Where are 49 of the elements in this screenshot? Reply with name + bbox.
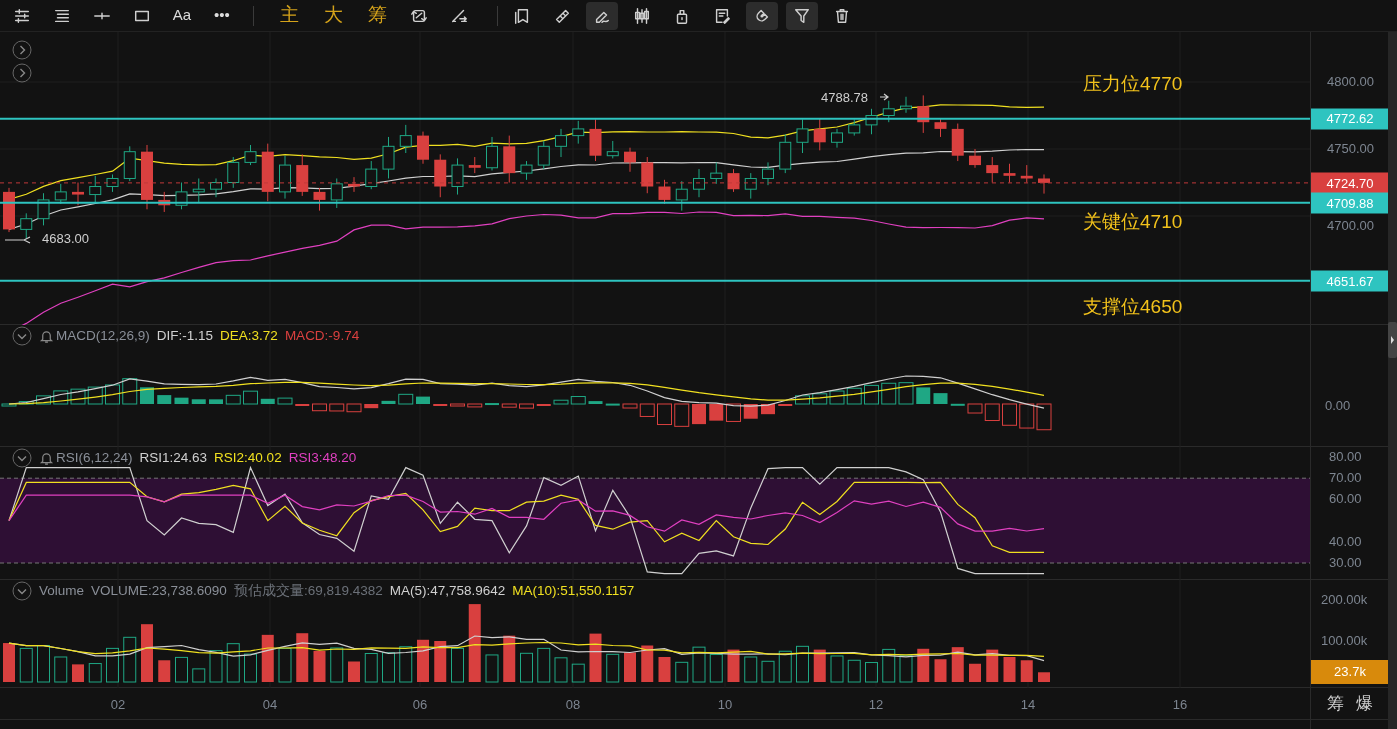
legend-text: MACD:-9.74 bbox=[284, 327, 360, 345]
legend-text: RSI3:48.20 bbox=[288, 449, 357, 467]
low-price-label: 4683.00 bbox=[42, 230, 89, 248]
axis-label: 10 bbox=[717, 696, 733, 714]
high-price-label: 4788.78 bbox=[821, 89, 868, 107]
legend-text: RSI1:24.63 bbox=[139, 449, 208, 467]
axis-label: 12 bbox=[868, 696, 884, 714]
axis-label: 08 bbox=[565, 696, 581, 714]
legend-text: VOLUME:23,738.6090 bbox=[91, 582, 227, 600]
axis-label: 80.00 bbox=[1329, 448, 1362, 467]
axis-label: 30.00 bbox=[1329, 554, 1362, 573]
axis-label: 40.00 bbox=[1329, 533, 1362, 552]
axis-label: 100.00k bbox=[1321, 632, 1368, 651]
indicator-button[interactable]: 主 bbox=[271, 1, 307, 30]
axis-label: 14 bbox=[1020, 696, 1036, 714]
price-badge: 4772.62 bbox=[1311, 108, 1389, 130]
legend-text: DEA:3.72 bbox=[220, 327, 278, 345]
axis-label: 0.00 bbox=[1325, 397, 1351, 415]
chart-mode-button[interactable]: 爆 bbox=[1355, 690, 1373, 717]
axis-label: 60.00 bbox=[1329, 490, 1362, 509]
volume-badge: 23.7k bbox=[1311, 660, 1389, 684]
axis-label: 4700.00 bbox=[1327, 217, 1374, 236]
axis-label: 06 bbox=[412, 696, 428, 714]
axis-label: 02 bbox=[110, 696, 126, 714]
axis-label: 04 bbox=[262, 696, 278, 714]
legend-text: RSI(6,12,24) bbox=[56, 449, 133, 467]
axis-label: 16 bbox=[1172, 696, 1188, 714]
indicator-button[interactable]: 大 bbox=[315, 1, 351, 30]
legend-text: RSI2:40.02 bbox=[214, 449, 282, 467]
legend-text: MACD(12,26,9) bbox=[56, 327, 150, 345]
more-button[interactable]: ••• bbox=[206, 1, 238, 30]
level-annotation: 关键位4710 bbox=[1083, 210, 1183, 234]
level-annotation: 支撑位4650 bbox=[1083, 295, 1183, 319]
text-tool-button[interactable]: Aa bbox=[166, 1, 198, 30]
axis-label: 4750.00 bbox=[1327, 140, 1374, 159]
chart-mode-button[interactable]: 筹 bbox=[1326, 690, 1344, 717]
price-badge: 4651.67 bbox=[1311, 270, 1389, 292]
legend-text: Volume bbox=[39, 582, 85, 600]
axis-label: 70.00 bbox=[1329, 469, 1362, 488]
legend-text: DIF:-1.15 bbox=[156, 327, 214, 345]
level-annotation: 压力位4770 bbox=[1083, 72, 1183, 96]
price-badge: 4724.70 bbox=[1311, 172, 1389, 194]
axis-label: 200.00k bbox=[1321, 591, 1368, 610]
price-badge: 4709.88 bbox=[1311, 192, 1389, 214]
indicator-button[interactable]: 筹 bbox=[359, 1, 395, 30]
legend-text: 预估成交量:69,819.4382 bbox=[233, 582, 383, 600]
legend-text: MA(5):47,758.9642 bbox=[389, 582, 506, 600]
legend-text: MA(10):51,550.1157 bbox=[512, 582, 635, 600]
axis-label: 4800.00 bbox=[1327, 73, 1374, 92]
